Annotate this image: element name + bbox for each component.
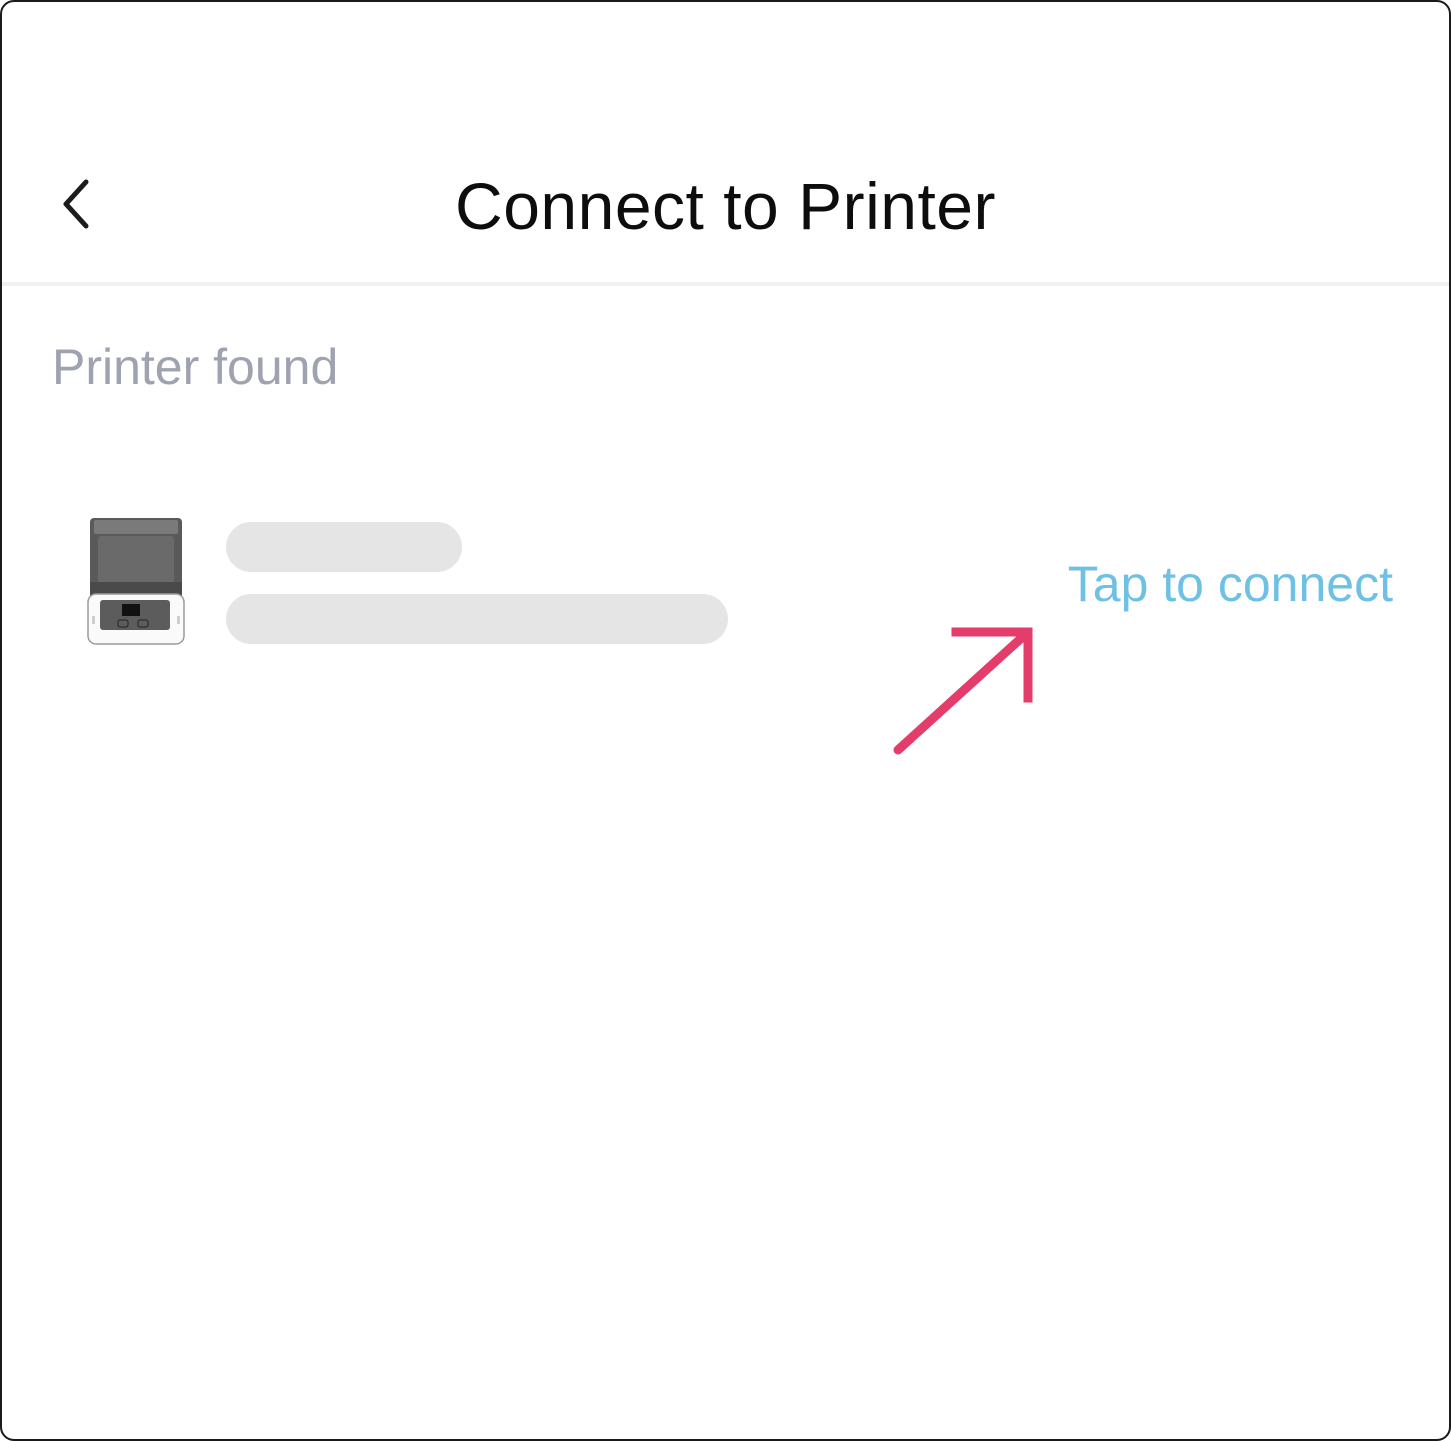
printer-name-placeholder xyxy=(226,522,462,572)
header-bar: Connect to Printer xyxy=(2,2,1449,286)
section-label: Printer found xyxy=(52,339,339,395)
printer-detail-placeholder xyxy=(226,594,728,644)
arrow-up-right-icon xyxy=(882,616,1048,766)
screen: Connect to Printer Printer found Tap to … xyxy=(0,0,1451,1441)
printer-device-icon xyxy=(86,516,186,646)
page-title: Connect to Printer xyxy=(455,169,996,243)
tap-to-connect-link[interactable]: Tap to connect xyxy=(1068,554,1393,614)
printer-list-item[interactable]: Tap to connect xyxy=(2,502,1449,662)
